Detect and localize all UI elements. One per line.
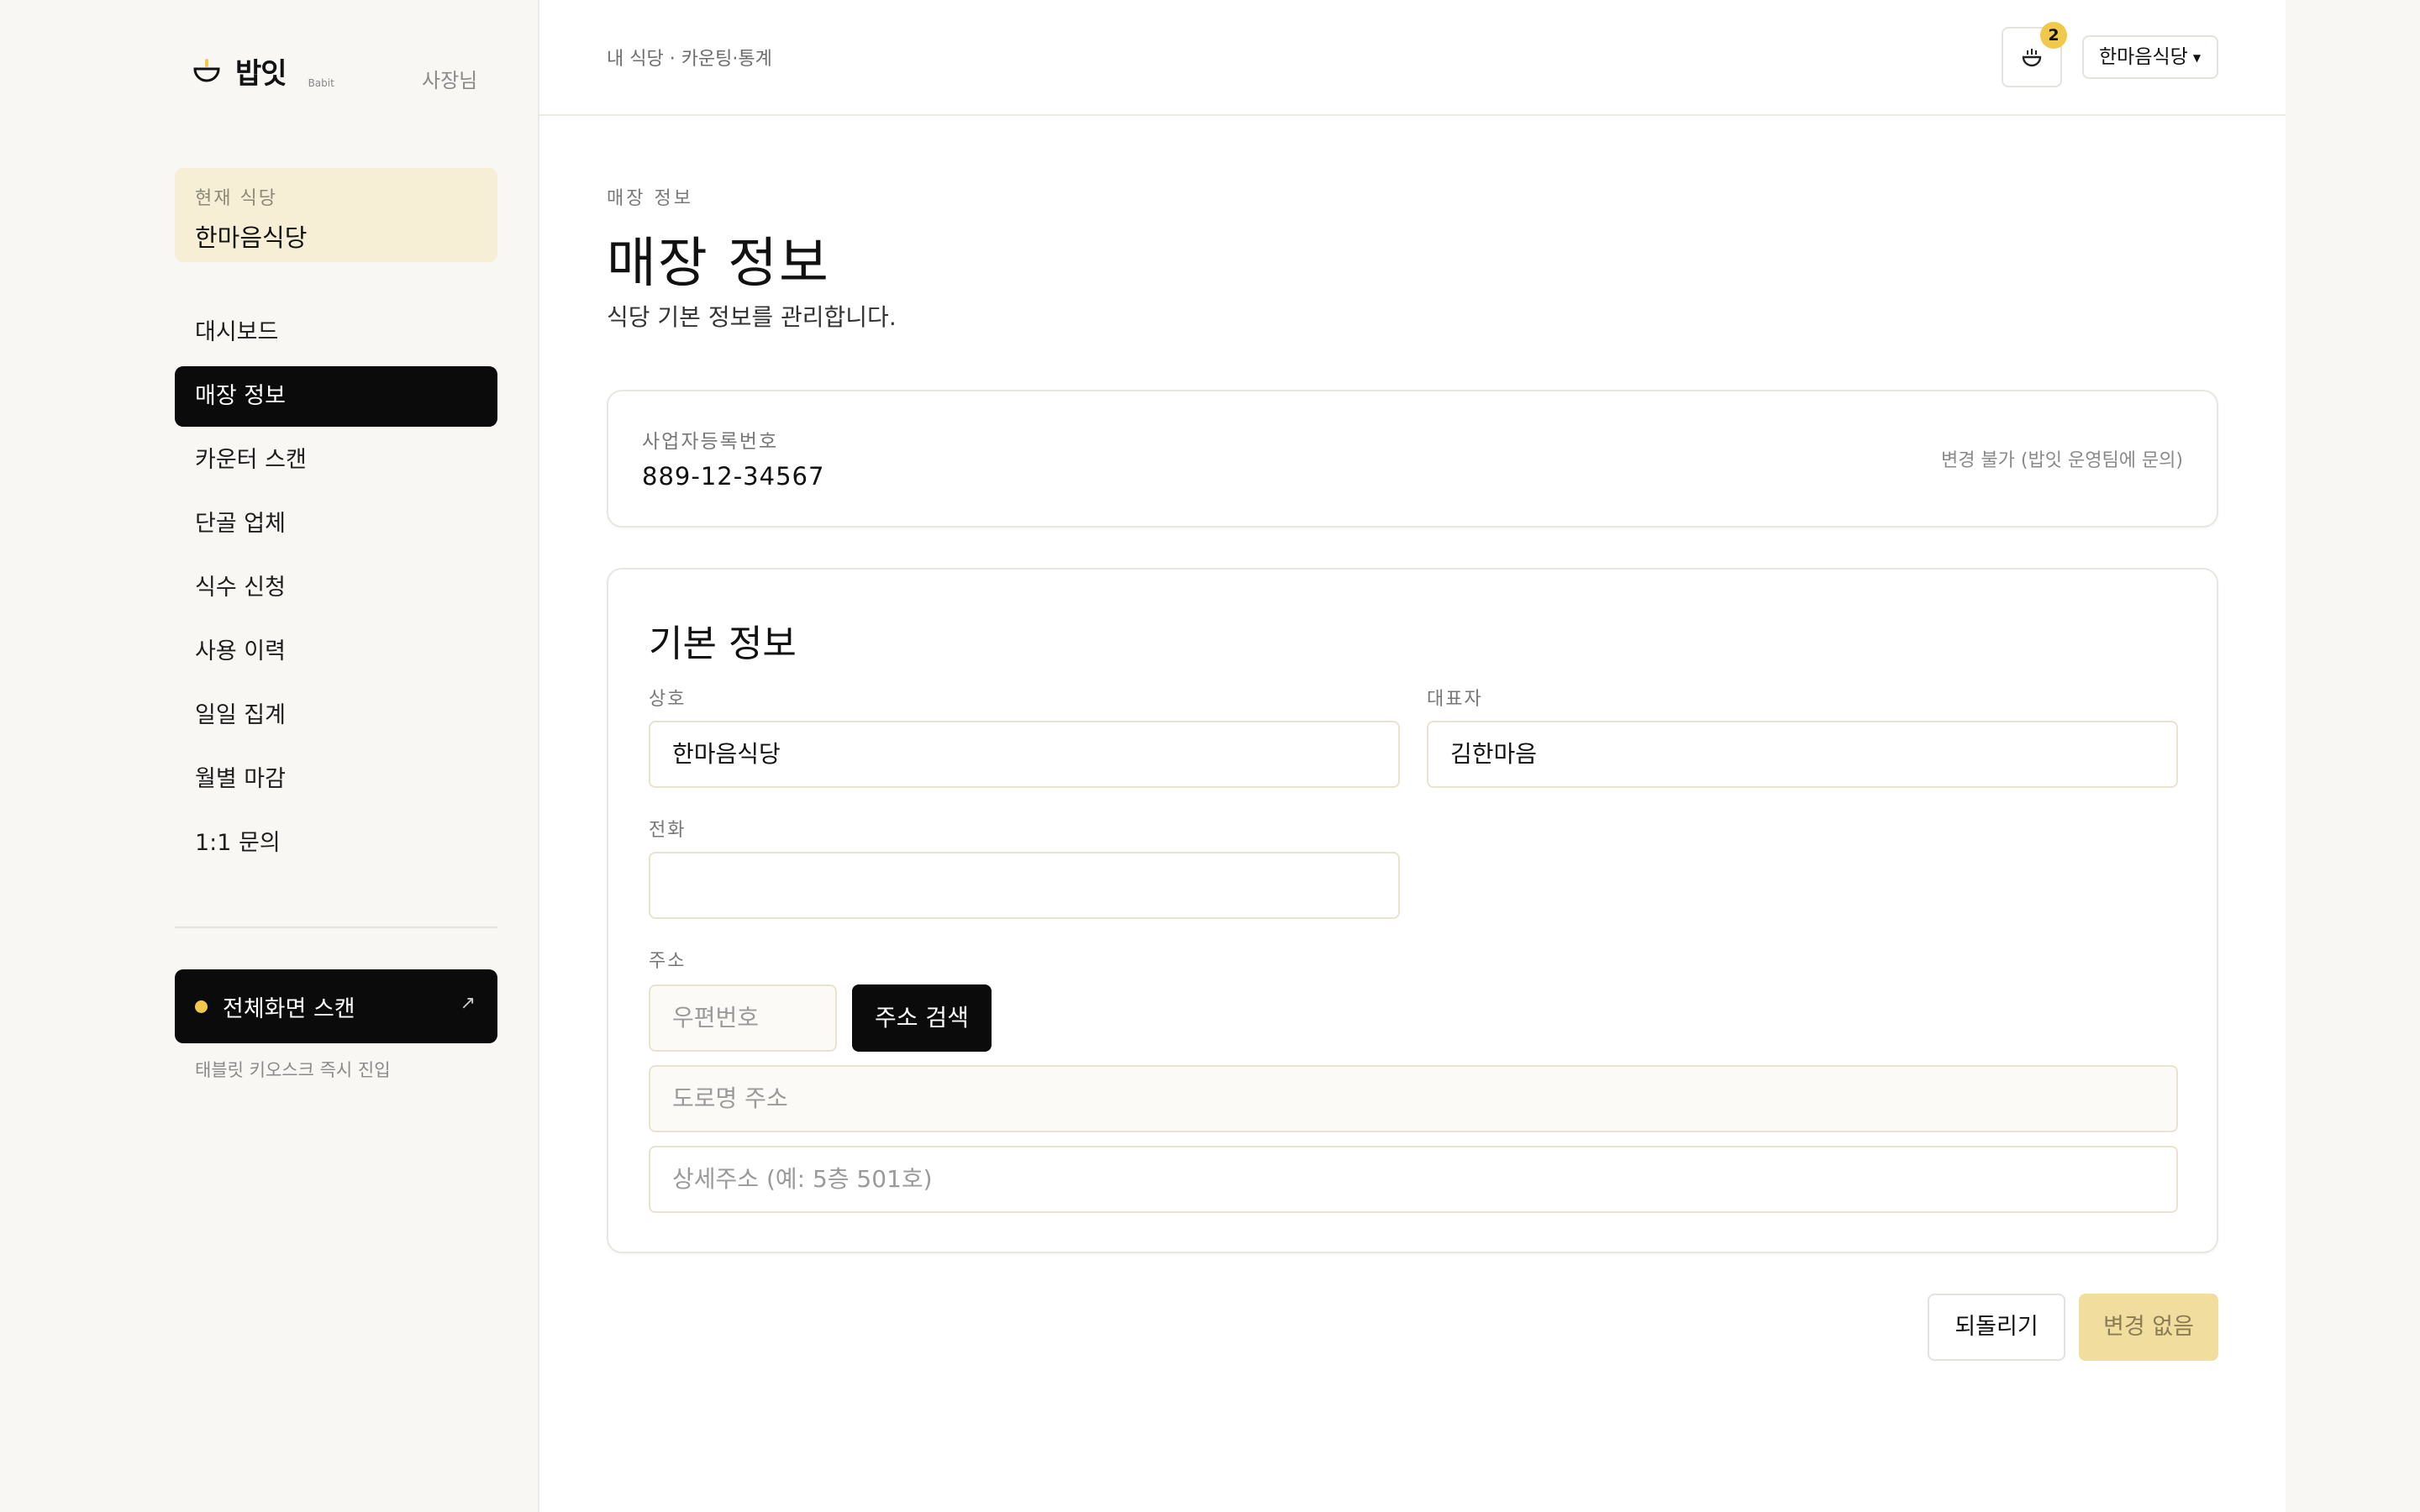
- sidebar: 밥잇 Babit 사장님 현재 식당 한마음식당 대시보드 매장 정보 카운터 …: [0, 0, 539, 1512]
- basic-info-card: 기본 정보 상호 한마음식당 대표자 김한마음 전화 주소 우편번호 주소 검색…: [607, 568, 2218, 1253]
- user-role: 사장님: [422, 69, 478, 92]
- zip-code-input[interactable]: 우편번호: [649, 984, 837, 1052]
- external-arrow-icon: ↗: [460, 993, 476, 1014]
- fullscreen-scan-button[interactable]: 전체화면 스캔 ↗: [175, 969, 497, 1043]
- store-select[interactable]: 한마음식당 ▼: [2082, 35, 2218, 79]
- sidebar-item-monthly-close[interactable]: 월별 마감: [175, 749, 497, 810]
- brand-name: 밥잇: [235, 57, 287, 91]
- store-name-label: 상호: [649, 689, 687, 710]
- page-eyebrow: 매장 정보: [607, 188, 693, 209]
- current-store-label: 현재 식당: [195, 188, 277, 209]
- main-content: 내 식당 · 카운팅·통계 2 한마음식당 ▼ 매장 정보 매장 정보 식당 기본…: [539, 0, 2286, 1512]
- business-number-card: 사업자등록번호 889-12-34567 변경 불가 (밥잇 운영팀에 문의): [607, 390, 2218, 528]
- sidebar-divider: [175, 927, 497, 928]
- sidebar-item-dashboard[interactable]: 대시보드: [175, 302, 497, 363]
- right-gutter: [2286, 0, 2420, 1512]
- sidebar-item-regular-companies[interactable]: 단골 업체: [175, 494, 497, 554]
- brand-subtitle: Babit: [308, 77, 334, 89]
- store-select-value: 한마음식당: [2099, 46, 2188, 68]
- sidebar-nav: 대시보드 매장 정보 카운터 스캔 단골 업체 식수 신청 사용 이력 일일 집…: [175, 302, 497, 877]
- address-search-button[interactable]: 주소 검색: [852, 984, 992, 1052]
- bowl-icon: [190, 54, 224, 87]
- kiosk-note: 태블릿 키오스크 즉시 진입: [195, 1060, 391, 1080]
- phone-label: 전화: [649, 820, 687, 841]
- brand-logo[interactable]: 밥잇 Babit: [190, 57, 334, 91]
- sidebar-item-inquiry[interactable]: 1:1 문의: [175, 813, 497, 874]
- revert-button[interactable]: 되돌리기: [1928, 1294, 2065, 1361]
- basic-info-title: 기본 정보: [649, 622, 797, 665]
- page-description: 식당 기본 정보를 관리합니다.: [607, 303, 897, 331]
- owner-label: 대표자: [1427, 689, 1483, 710]
- road-address-input[interactable]: 도로명 주소: [649, 1065, 2178, 1132]
- address-label: 주소: [649, 951, 687, 972]
- notification-badge: 2: [2040, 22, 2067, 49]
- current-store-box: 현재 식당 한마음식당: [175, 168, 497, 262]
- owner-input[interactable]: 김한마음: [1427, 721, 2178, 788]
- fullscreen-scan-label: 전체화면 스캔: [223, 995, 355, 1022]
- chevron-down-icon: ▼: [2192, 51, 2202, 64]
- save-button[interactable]: 변경 없음: [2079, 1294, 2218, 1361]
- current-store-name: 한마음식당: [195, 223, 308, 252]
- sidebar-item-usage-history[interactable]: 사용 이력: [175, 622, 497, 682]
- phone-input[interactable]: [649, 852, 1400, 919]
- store-name-input[interactable]: 한마음식당: [649, 721, 1400, 788]
- sidebar-item-daily-summary[interactable]: 일일 집계: [175, 685, 497, 746]
- sidebar-item-store-info[interactable]: 매장 정보: [175, 366, 497, 427]
- page-title: 매장 정보: [607, 233, 830, 295]
- sidebar-item-meal-request[interactable]: 식수 신청: [175, 558, 497, 618]
- business-number-label: 사업자등록번호: [642, 431, 779, 453]
- status-dot-icon: [195, 1000, 208, 1013]
- breadcrumb: 내 식당 · 카운팅·통계: [607, 49, 772, 70]
- business-number-value: 889-12-34567: [642, 462, 825, 491]
- sidebar-item-counter-scan[interactable]: 카운터 스캔: [175, 430, 497, 491]
- topbar: 내 식당 · 카운팅·통계 2 한마음식당 ▼: [539, 0, 2286, 116]
- business-number-note: 변경 불가 (밥잇 운영팀에 문의): [1940, 450, 2183, 471]
- detail-address-input[interactable]: 상세주소 (예: 5층 501호): [649, 1146, 2178, 1213]
